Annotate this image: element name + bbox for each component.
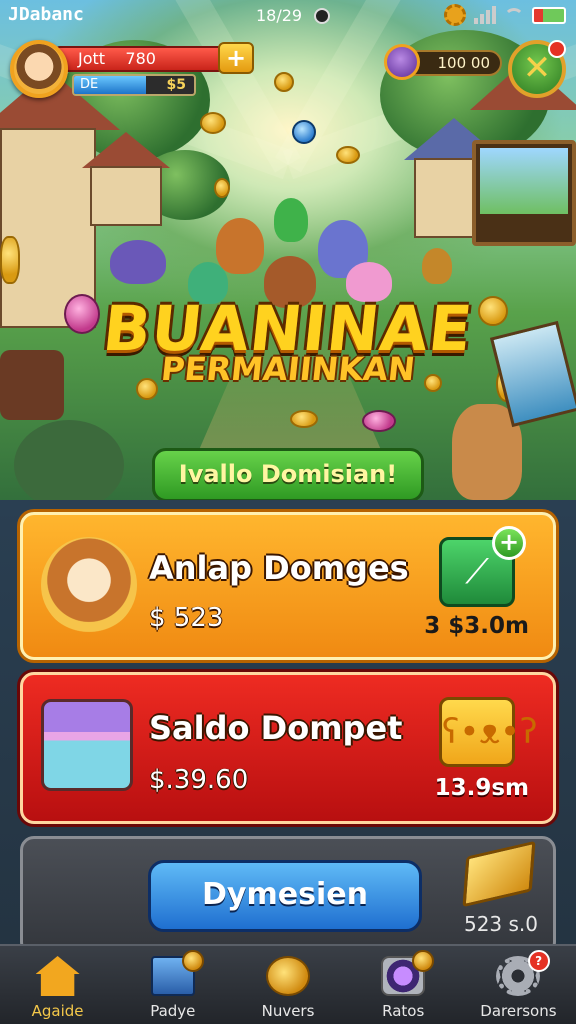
pink-gem bbox=[362, 410, 396, 432]
player-hud: Jott 780 + DE $5 bbox=[10, 40, 254, 100]
card-right-value: 3 $3.0m bbox=[424, 613, 529, 639]
nav-label: Darersons bbox=[480, 1002, 557, 1020]
card-bear-button[interactable]: ʕ•ᴥ•ʔ bbox=[439, 697, 538, 767]
coin bbox=[290, 410, 318, 428]
billboard-screen bbox=[472, 140, 576, 246]
primary-button[interactable]: Dymesien bbox=[148, 860, 422, 932]
coin-badge-icon bbox=[182, 950, 205, 972]
avatar[interactable] bbox=[10, 40, 68, 98]
card-wallet[interactable]: Saldo Dompet $.39.60 ʕ•ᴥ•ʔ 13.9sm bbox=[20, 672, 556, 824]
card-amount: $.39.60 bbox=[149, 765, 249, 795]
creature bbox=[422, 248, 452, 284]
card-add-button[interactable]: ⟋ + bbox=[439, 526, 526, 607]
nav-item-news[interactable]: Padye bbox=[115, 946, 230, 1024]
nav-label: Padye bbox=[150, 1002, 196, 1020]
bear-icon: ʕ•ᴥ•ʔ bbox=[442, 712, 538, 752]
nav-item-coins[interactable]: Nuvers bbox=[230, 946, 345, 1024]
creature bbox=[110, 240, 166, 284]
battery-icon bbox=[532, 6, 566, 24]
coin bbox=[274, 72, 294, 92]
squirrel-coin-icon bbox=[41, 537, 137, 633]
status-icons bbox=[444, 4, 566, 26]
player-name: Jott bbox=[78, 49, 106, 68]
card-right-value: 13.9sm bbox=[434, 775, 529, 801]
card-title: Anlap Domges bbox=[149, 549, 409, 587]
nav-item-settings[interactable]: ? Darersons bbox=[461, 946, 576, 1024]
carrier-label: JDabanc bbox=[8, 4, 84, 25]
currency-display[interactable]: 100 00 bbox=[384, 44, 504, 80]
player-name-bar: Jott 780 bbox=[54, 46, 224, 72]
treasure-box-icon bbox=[41, 699, 133, 791]
card-amount: $ 523 bbox=[149, 603, 224, 633]
coin bbox=[214, 178, 230, 198]
coin bbox=[336, 146, 360, 164]
nav-item-home[interactable]: Agaide bbox=[0, 946, 115, 1024]
nav-item-orb[interactable]: Ratos bbox=[346, 946, 461, 1024]
status-bar: JDabanc 18/29 bbox=[0, 0, 576, 32]
blue-gem bbox=[292, 120, 316, 144]
wifi-icon bbox=[504, 8, 524, 22]
add-currency-button[interactable]: + bbox=[218, 42, 254, 74]
coin bbox=[0, 236, 20, 284]
home-icon bbox=[35, 956, 80, 996]
creature bbox=[274, 198, 308, 242]
coins-icon bbox=[266, 956, 310, 996]
player-level: 780 bbox=[125, 49, 156, 68]
card-title: Saldo Dompet bbox=[149, 709, 403, 747]
xp-value: $5 bbox=[166, 77, 186, 93]
gold-value: 523 s.0 bbox=[463, 912, 539, 936]
creature bbox=[216, 218, 264, 274]
settings-icon bbox=[444, 4, 466, 26]
status-time: 18/29 bbox=[256, 6, 303, 25]
nav-label: Nuvers bbox=[261, 1002, 315, 1020]
monster-coin-icon bbox=[384, 44, 420, 80]
signal-icon bbox=[474, 6, 496, 24]
notification-dot-icon bbox=[314, 8, 330, 24]
nav-label: Agaide bbox=[31, 1002, 84, 1020]
xp-bar: DE $5 bbox=[72, 74, 196, 96]
green-creature bbox=[14, 420, 124, 510]
coin-badge-icon bbox=[412, 950, 435, 972]
bottom-nav: Agaide Padye Nuvers Ratos ? Darersons bbox=[0, 944, 576, 1024]
xp-label: DE bbox=[80, 77, 99, 92]
action-button[interactable]: Ivallo Domisian! bbox=[152, 448, 424, 502]
game-subtitle: PERMAIINKAN bbox=[159, 350, 417, 388]
notification-badge bbox=[548, 40, 566, 58]
coin bbox=[200, 112, 226, 134]
card-investment[interactable]: Anlap Domges $ 523 ⟋ + 3 $3.0m bbox=[20, 512, 556, 660]
plus-icon: + bbox=[492, 526, 526, 560]
nav-label: Ratos bbox=[382, 1002, 425, 1020]
alert-badge-icon: ? bbox=[527, 950, 550, 972]
